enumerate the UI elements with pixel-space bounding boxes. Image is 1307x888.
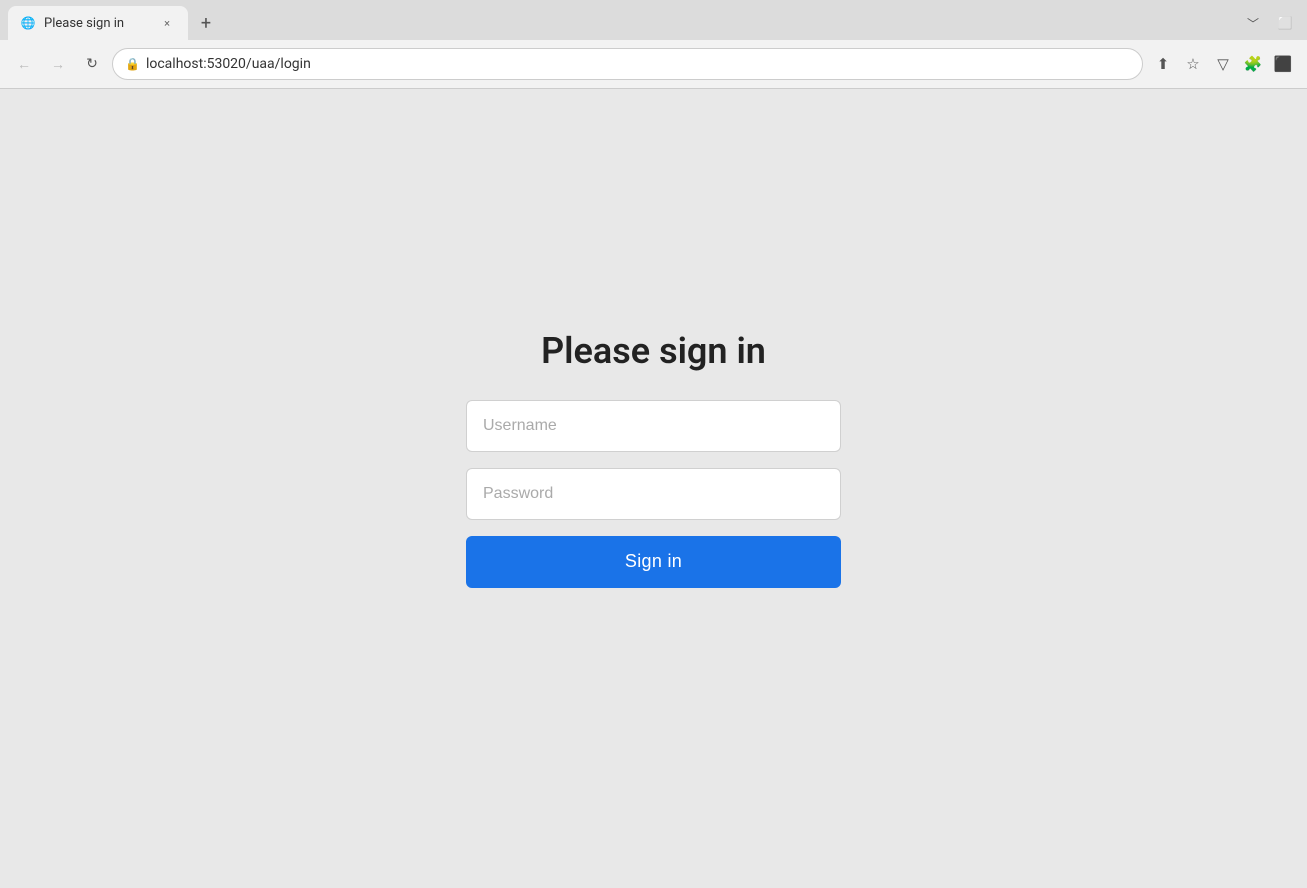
dropdown-icon[interactable]: ▽ — [1209, 50, 1237, 78]
window-controls: ﹀ ⬜ — [1239, 9, 1299, 37]
lock-icon: 🔒 — [125, 57, 140, 71]
tab-title: Please sign in — [44, 16, 150, 31]
login-form-container: Please sign in Sign in — [464, 330, 844, 588]
toolbar-icons: ⬆ ☆ ▽ 🧩 ⬛ — [1149, 50, 1297, 78]
username-input[interactable] — [466, 400, 841, 452]
tab-bar: 🌐 Please sign in × + ﹀ ⬜ — [0, 0, 1307, 40]
tab-close-button[interactable]: × — [158, 14, 176, 32]
share-icon[interactable]: ⬆ — [1149, 50, 1177, 78]
address-url-text: localhost:53020/uaa/login — [146, 56, 311, 72]
page-heading: Please sign in — [541, 330, 766, 372]
password-input[interactable] — [466, 468, 841, 520]
sidebar-icon[interactable]: ⬛ — [1269, 50, 1297, 78]
maximize-button[interactable]: ⬜ — [1271, 9, 1299, 37]
sign-in-button[interactable]: Sign in — [466, 536, 841, 588]
reload-button[interactable]: ↻ — [78, 50, 106, 78]
bookmark-icon[interactable]: ☆ — [1179, 50, 1207, 78]
active-tab[interactable]: 🌐 Please sign in × — [8, 6, 188, 40]
extensions-icon[interactable]: 🧩 — [1239, 50, 1267, 78]
browser-chrome: 🌐 Please sign in × + ﹀ ⬜ ← → ↻ 🔒 localho… — [0, 0, 1307, 89]
address-bar[interactable]: 🔒 localhost:53020/uaa/login — [112, 48, 1143, 80]
back-button[interactable]: ← — [10, 50, 38, 78]
tab-favicon-icon: 🌐 — [20, 15, 36, 31]
new-tab-button[interactable]: + — [192, 9, 220, 37]
forward-button[interactable]: → — [44, 50, 72, 78]
page-content: Please sign in Sign in — [0, 89, 1307, 888]
minimize-button[interactable]: ﹀ — [1239, 9, 1267, 37]
address-bar-row: ← → ↻ 🔒 localhost:53020/uaa/login ⬆ ☆ ▽ … — [0, 40, 1307, 88]
